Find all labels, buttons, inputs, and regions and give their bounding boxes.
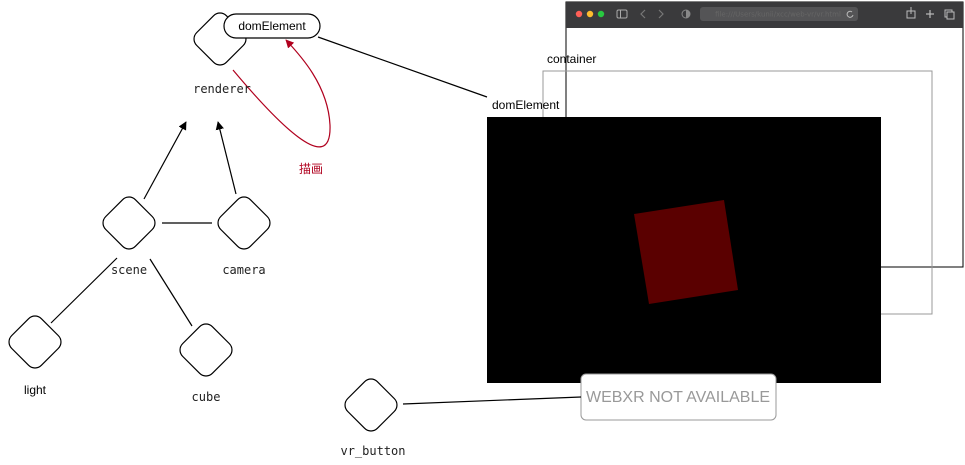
vr-button-node[interactable]	[341, 375, 400, 434]
edge-camera-to-renderer	[215, 121, 237, 195]
dom-element-pill[interactable]: domElement	[223, 13, 321, 39]
light-label: light	[24, 383, 47, 397]
edge-scene-light	[50, 257, 118, 324]
webxr-button[interactable]: WEBXR NOT AVAILABLE	[580, 373, 777, 421]
scene-node[interactable]	[99, 193, 158, 252]
vr-button-label: vr_button	[340, 444, 405, 458]
edge-vrbutton-to-webxr	[402, 396, 582, 405]
cube-node[interactable]	[176, 320, 235, 379]
render-canvas	[487, 117, 881, 383]
address-bar-url: file:///Users/kunii/xcc/web-vr/vr.html	[715, 11, 841, 19]
renderer-label: renderer	[193, 82, 251, 96]
edge-domelement-to-canvas	[317, 36, 488, 98]
zoom-window-icon[interactable]	[597, 10, 605, 18]
edge-scene-to-renderer	[143, 121, 187, 200]
edge-scene-cube	[149, 258, 193, 327]
camera-label: camera	[222, 263, 265, 277]
canvas-dom-element-label: domElement	[492, 98, 560, 112]
rendered-cube	[634, 200, 738, 304]
architecture-diagram: file:///Users/kunii/xcc/web-vr/vr.html c…	[5, 1, 964, 458]
container-label: container	[547, 52, 596, 66]
scene-label: scene	[111, 263, 147, 277]
close-window-icon[interactable]	[575, 10, 583, 18]
minimize-window-icon[interactable]	[586, 10, 594, 18]
cube-label: cube	[192, 390, 221, 404]
draw-label: 描画	[299, 162, 323, 176]
camera-node[interactable]	[214, 193, 273, 252]
dom-element-pill-label: domElement	[238, 19, 306, 33]
webxr-button-label: WEBXR NOT AVAILABLE	[586, 389, 770, 406]
light-node[interactable]	[5, 312, 64, 371]
